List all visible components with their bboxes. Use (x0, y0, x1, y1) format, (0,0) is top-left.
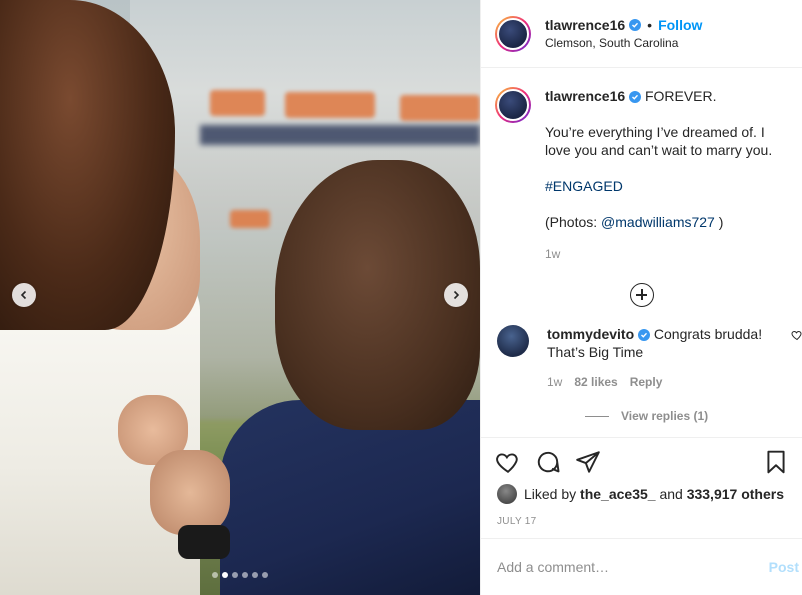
post-actions: Liked by the_ace35_ and 333,917 others J… (481, 437, 802, 527)
comment-likes[interactable]: 82 likes (574, 373, 617, 391)
post-date[interactable]: JULY 17 (481, 516, 802, 527)
commenter-username[interactable]: tommydevito (547, 326, 634, 342)
carousel-dot (262, 572, 268, 578)
post-header: tlawrence16 • Follow Clemson, South Caro… (481, 0, 802, 68)
carousel-prev-button[interactable] (12, 283, 36, 307)
chevron-right-icon (453, 290, 460, 300)
chevron-left-icon (20, 290, 27, 300)
caption-username[interactable]: tlawrence16 (545, 88, 625, 104)
follow-button[interactable]: Follow (658, 17, 702, 33)
avatar[interactable] (495, 15, 531, 52)
carousel-dot (212, 572, 218, 578)
caption-text: You’re everything I’ve dreamed of. I lov… (545, 124, 773, 158)
post-sidebar: tlawrence16 • Follow Clemson, South Caro… (480, 0, 802, 595)
post-comment-button[interactable]: Post (769, 559, 799, 575)
commenter-avatar[interactable] (497, 325, 529, 357)
carousel-dot (242, 572, 248, 578)
comment-input[interactable] (497, 559, 769, 575)
verified-badge-icon (629, 91, 642, 103)
verified-badge-icon (638, 329, 651, 341)
view-replies-button[interactable]: View replies (1) (585, 409, 802, 423)
caption-avatar[interactable] (495, 87, 531, 123)
plus-circle-icon[interactable] (630, 283, 654, 307)
post-location[interactable]: Clemson, South Carolina (545, 36, 702, 50)
comment-timestamp[interactable]: 1w (547, 373, 562, 391)
likes-summary: Liked by the_ace35_ and 333,917 others (481, 484, 802, 504)
liker-username[interactable]: the_ace35_ (580, 486, 656, 502)
hashtag-link[interactable]: #ENGAGED (545, 178, 623, 194)
comment-item: tommydevito Congrats brudda! That’s Big … (481, 307, 802, 391)
wristwatch (178, 525, 230, 559)
comment-heart-icon[interactable] (791, 329, 802, 341)
carousel-dots (212, 572, 268, 578)
likes-count-button[interactable]: 333,917 others (687, 486, 784, 502)
caption: tlawrence16 FOREVER. You’re everything I… (481, 69, 802, 263)
caption-timestamp[interactable]: 1w (545, 245, 789, 263)
liker-avatar[interactable] (497, 484, 517, 504)
author-username[interactable]: tlawrence16 (545, 17, 625, 33)
bookmark-icon[interactable] (763, 449, 789, 475)
carousel-dot (252, 572, 258, 578)
comment-icon[interactable] (535, 449, 561, 475)
heart-icon[interactable] (495, 449, 521, 475)
add-comment-bar: Post (481, 538, 802, 595)
carousel-dot (222, 572, 228, 578)
post-photo[interactable] (0, 0, 480, 595)
woman-hair (0, 0, 175, 330)
mention-link[interactable]: @madwilliams727 (601, 214, 715, 230)
caption-headline: FOREVER. (644, 88, 717, 104)
comments-section[interactable]: tlawrence16 FOREVER. You’re everything I… (481, 69, 802, 437)
paper-plane-icon[interactable] (575, 449, 601, 475)
carousel-next-button[interactable] (444, 283, 468, 307)
verified-badge-icon (629, 19, 642, 31)
reply-button[interactable]: Reply (630, 373, 663, 391)
carousel-dot (232, 572, 238, 578)
